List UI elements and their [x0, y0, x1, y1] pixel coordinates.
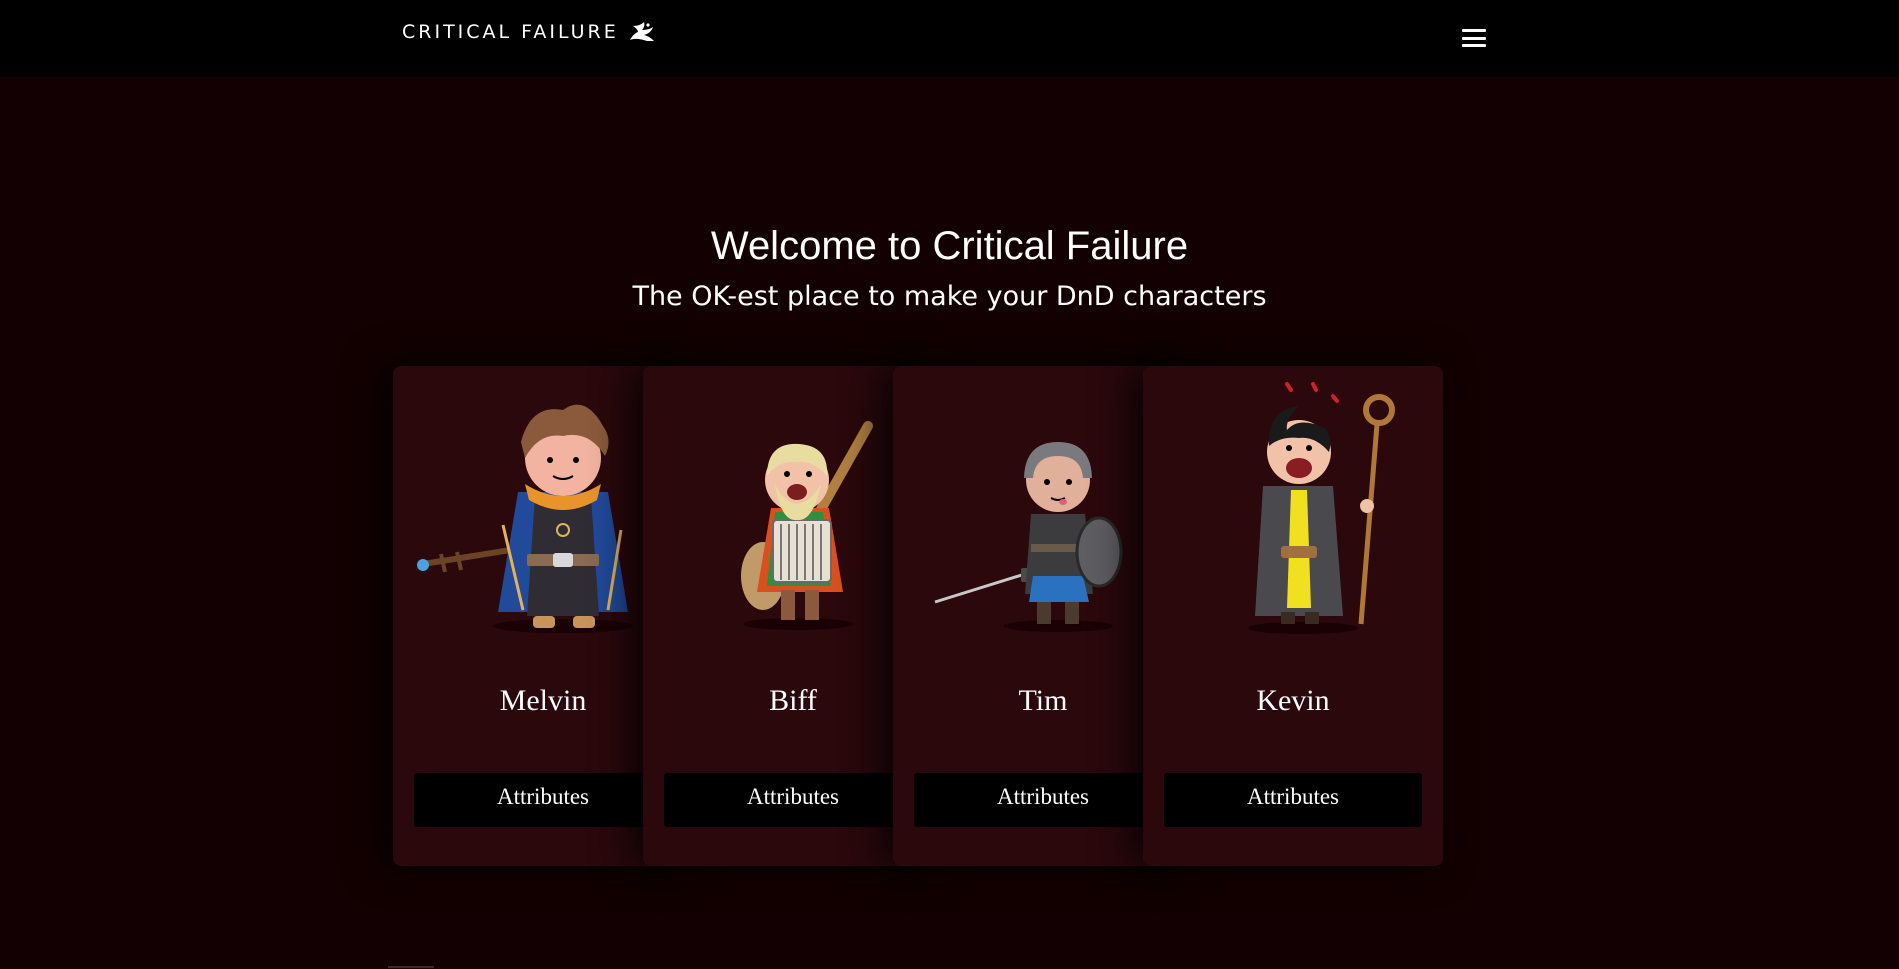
hamburger-menu-icon[interactable] — [1462, 26, 1488, 50]
top-navbar: CRITICAL FAILURE — [0, 0, 1899, 77]
attributes-button-kevin[interactable]: Attributes — [1164, 773, 1422, 827]
fighter-sword-shield-portrait — [934, 442, 1123, 632]
sorcerer-staff-portrait — [1248, 382, 1395, 634]
brand-name: CRITICAL FAILURE — [402, 21, 619, 43]
attributes-button-biff[interactable]: Attributes — [664, 773, 922, 827]
footer-divider — [388, 966, 434, 968]
page-title: Welcome to Critical Failure — [710, 224, 1189, 268]
dragon-logo-icon — [629, 22, 654, 41]
bard-pan-flute-portrait — [741, 421, 873, 630]
character-card-kevin: Kevin Attributes — [1143, 366, 1443, 866]
character-name: Kevin — [1256, 684, 1330, 717]
attributes-button-melvin[interactable]: Attributes — [414, 773, 672, 827]
attributes-button-tim[interactable]: Attributes — [914, 773, 1172, 827]
page-subtitle: The OK-est place to make your DnD charac… — [632, 281, 1267, 312]
brand-link[interactable]: CRITICAL FAILURE — [402, 18, 657, 46]
wizard-blue-robe-portrait — [417, 404, 633, 633]
character-cards: Melvin Attributes Biff Attributes Tim At… — [393, 366, 1443, 866]
